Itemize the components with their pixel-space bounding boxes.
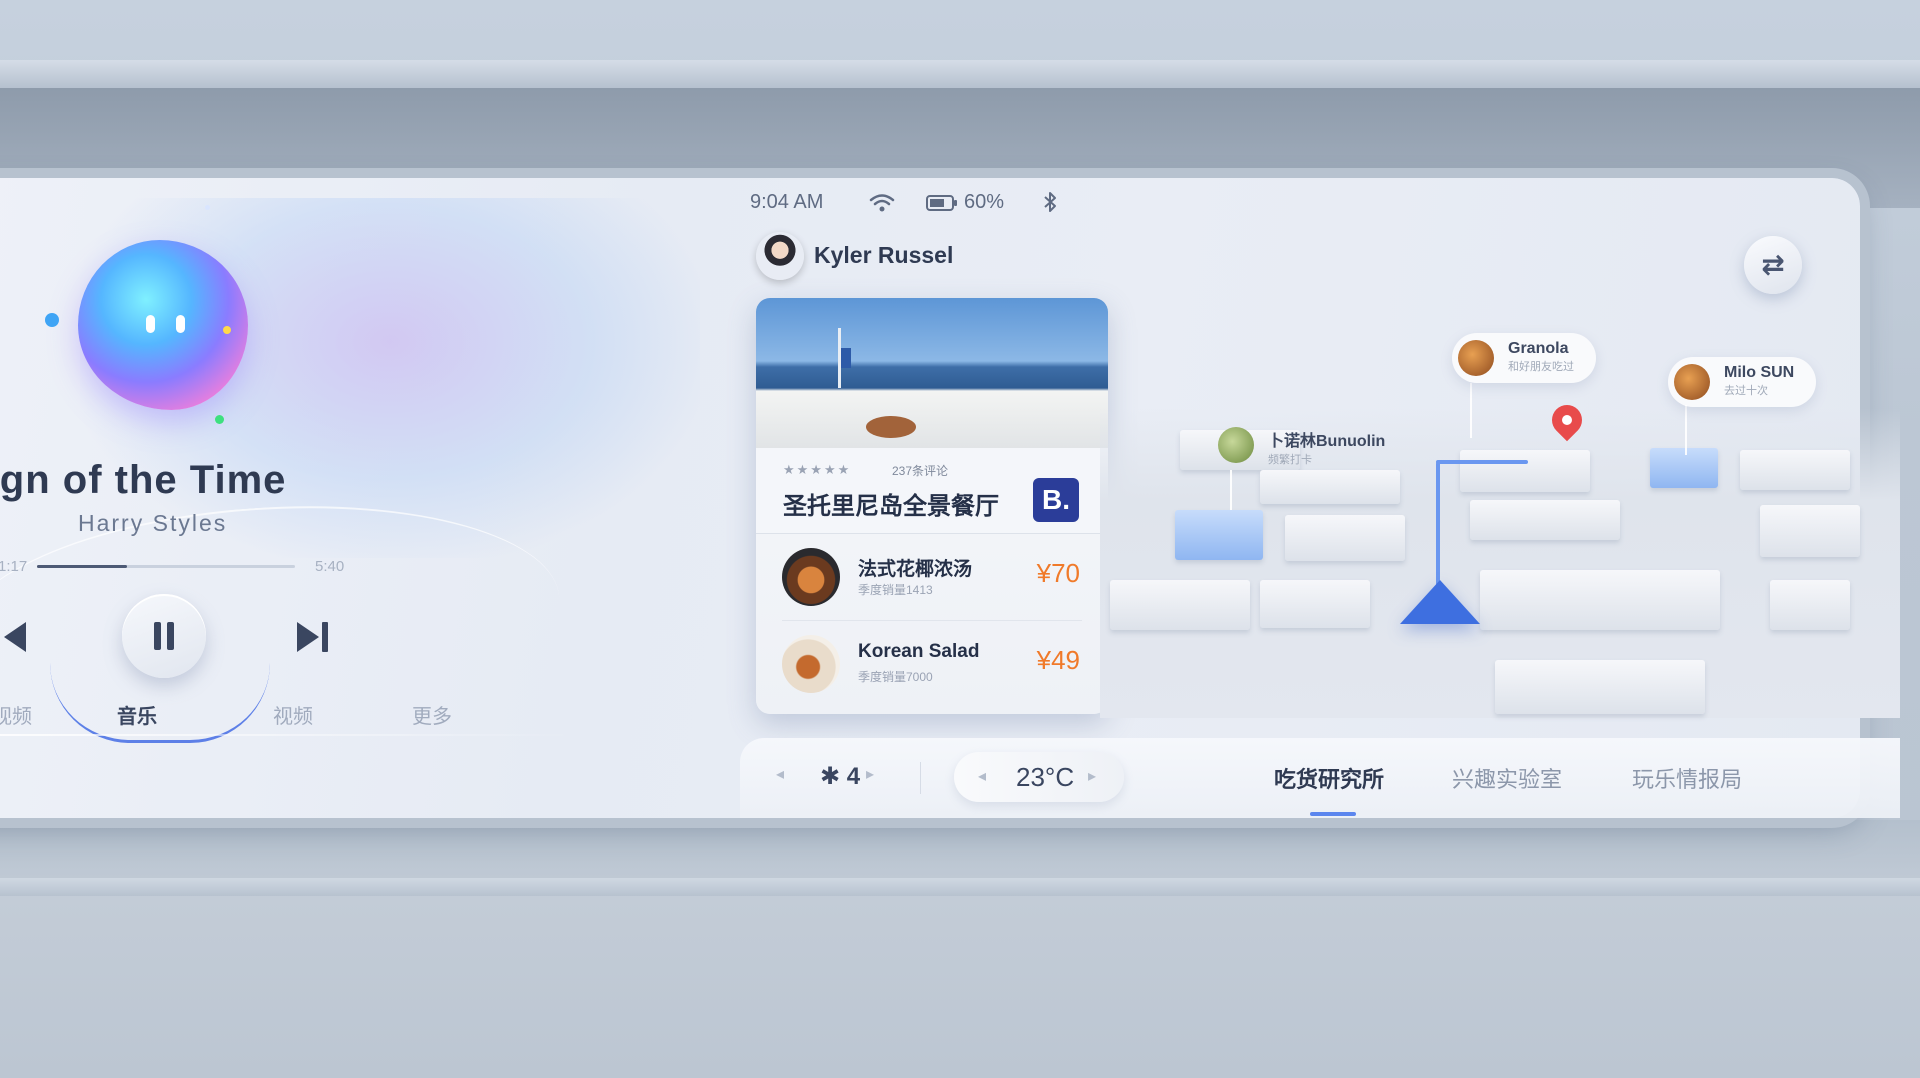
dish-name: Korean Salad (858, 641, 980, 662)
map-building-highlight (1650, 448, 1718, 488)
tab-interest-lab[interactable]: 兴趣实验室 (1452, 762, 1562, 794)
media-tab-more[interactable]: 更多 (412, 700, 452, 729)
active-tab-indicator (1310, 812, 1356, 816)
bluetooth-icon (1044, 192, 1056, 212)
poi-stem (1685, 405, 1687, 455)
fan-increase-icon[interactable]: ▸ (866, 764, 874, 784)
poi-name: Milo SUN (1724, 364, 1795, 381)
poi-stem (1470, 383, 1472, 438)
next-icon-bar (322, 622, 328, 652)
booking-logo[interactable]: B. (1033, 478, 1079, 522)
poi-granola[interactable]: Granola 和好朋友吃过 (1452, 333, 1596, 383)
dish-price: ¥70 (1036, 558, 1080, 588)
restaurant-info: ★★★★★ 237条评论 圣托里尼岛全景餐厅 B. (756, 448, 1108, 534)
fan-decrease-icon[interactable]: ◂ (776, 764, 784, 784)
progress-fill (37, 565, 128, 568)
poi-avatar (1218, 427, 1254, 463)
map-building (1285, 515, 1405, 561)
photo-detail (866, 416, 916, 438)
dish-image (782, 635, 840, 693)
map-building (1480, 570, 1720, 630)
map-building (1495, 660, 1705, 714)
review-count: 237条评论 (892, 464, 949, 478)
dish-item[interactable]: Korean Salad 季度销量7000 ¥49 (756, 621, 1108, 707)
active-tab-curve (50, 663, 270, 743)
elapsed-time: 1:17 (0, 558, 28, 575)
decorative-dot (215, 415, 224, 424)
decorative-dot (205, 205, 210, 210)
dish-sales: 季度销量7000 (858, 670, 933, 684)
bottom-control-bar: ◂ ✱ 4 ▸ ◂ 23°C ▸ 吃货研究所 兴趣实验室 玩乐情报局 (740, 738, 1900, 818)
battery-icon (926, 195, 957, 211)
restaurant-card[interactable]: ★★★★★ 237条评论 圣托里尼岛全景餐厅 B. 法式花椰浓汤 季度销量141… (756, 298, 1108, 714)
rating-stars: ★★★★★ (783, 462, 852, 477)
dish-price: ¥49 (1036, 645, 1080, 675)
map-building (1470, 500, 1620, 540)
poi-bunuolin[interactable]: 卜诺林Bunuolin 频繁打卡 (1212, 420, 1407, 470)
flag (841, 348, 851, 368)
map-building (1740, 450, 1850, 490)
next-icon (297, 622, 319, 652)
progress-bar[interactable] (37, 565, 295, 568)
song-artist: Harry Styles (78, 510, 228, 536)
map-building (1110, 580, 1250, 630)
tab-foodie-lab[interactable]: 吃货研究所 (1274, 762, 1384, 794)
wifi-icon (869, 194, 895, 212)
decorative-dot (223, 326, 231, 334)
fan-icon: ✱ (820, 763, 841, 790)
poi-note: 去过十次 (1724, 385, 1768, 397)
restaurant-photo (756, 298, 1108, 448)
decorative-dot (45, 313, 59, 327)
assistant-mascot[interactable] (68, 230, 258, 420)
poi-note: 频繁打卡 (1268, 454, 1312, 466)
dish-item[interactable]: 法式花椰浓汤 季度销量1413 ¥70 (756, 534, 1108, 621)
map-building-highlight (1175, 510, 1263, 560)
song-title: Sign of the Time (0, 458, 287, 502)
swap-icon[interactable]: ⇄ (1744, 236, 1802, 294)
clock: 9:04 AM (750, 191, 824, 213)
map-building (1760, 505, 1860, 557)
map-building (1260, 580, 1370, 628)
mascot-eye-right (176, 315, 185, 333)
mascot-body (78, 240, 248, 410)
poi-note: 和好朋友吃过 (1508, 361, 1574, 373)
map-building (1460, 450, 1590, 492)
battery-level: 60% (964, 191, 1005, 213)
media-tab-music[interactable]: 音乐 (117, 700, 157, 729)
divider (920, 762, 921, 794)
poi-avatar (1458, 340, 1494, 376)
dish-name: 法式花椰浓汤 (858, 559, 973, 580)
dashboard-trim (0, 820, 1920, 1078)
map-building (1260, 470, 1400, 504)
tab-fun-bureau[interactable]: 玩乐情报局 (1632, 762, 1742, 794)
temp-increase-icon[interactable]: ▸ (1088, 766, 1096, 786)
media-tab-video-left[interactable]: 视频 (0, 700, 32, 729)
user-avatar[interactable] (756, 232, 804, 280)
poi-milo-sun[interactable]: Milo SUN 去过十次 (1668, 357, 1817, 407)
map-building (1770, 580, 1850, 630)
next-track-button[interactable] (297, 622, 333, 652)
dish-sales: 季度销量1413 (858, 583, 933, 597)
poi-name: Granola (1508, 340, 1569, 357)
fan-level: 4 (846, 763, 861, 790)
mascot-eye-left (146, 315, 155, 333)
poi-stem (1230, 470, 1232, 510)
media-tab-video[interactable]: 视频 (273, 700, 313, 729)
navigation-arrow-icon (1400, 580, 1480, 624)
duration-time: 5:40 (315, 558, 345, 575)
user-name: Kyler Russel (814, 242, 954, 268)
route-line (1436, 460, 1528, 464)
fan-control[interactable]: ✱ 4 (820, 762, 860, 791)
temperature-value: 23°C (1016, 762, 1075, 792)
temperature-control[interactable]: ◂ 23°C ▸ (954, 752, 1124, 802)
poi-name: 卜诺林Bunuolin (1268, 433, 1386, 450)
dish-image (782, 548, 840, 606)
restaurant-name: 圣托里尼岛全景餐厅 (783, 493, 999, 520)
temp-decrease-icon[interactable]: ◂ (978, 766, 986, 786)
route-line (1436, 462, 1440, 592)
media-divider (0, 734, 580, 736)
previous-track-button[interactable] (4, 622, 26, 652)
poi-avatar (1674, 364, 1710, 400)
